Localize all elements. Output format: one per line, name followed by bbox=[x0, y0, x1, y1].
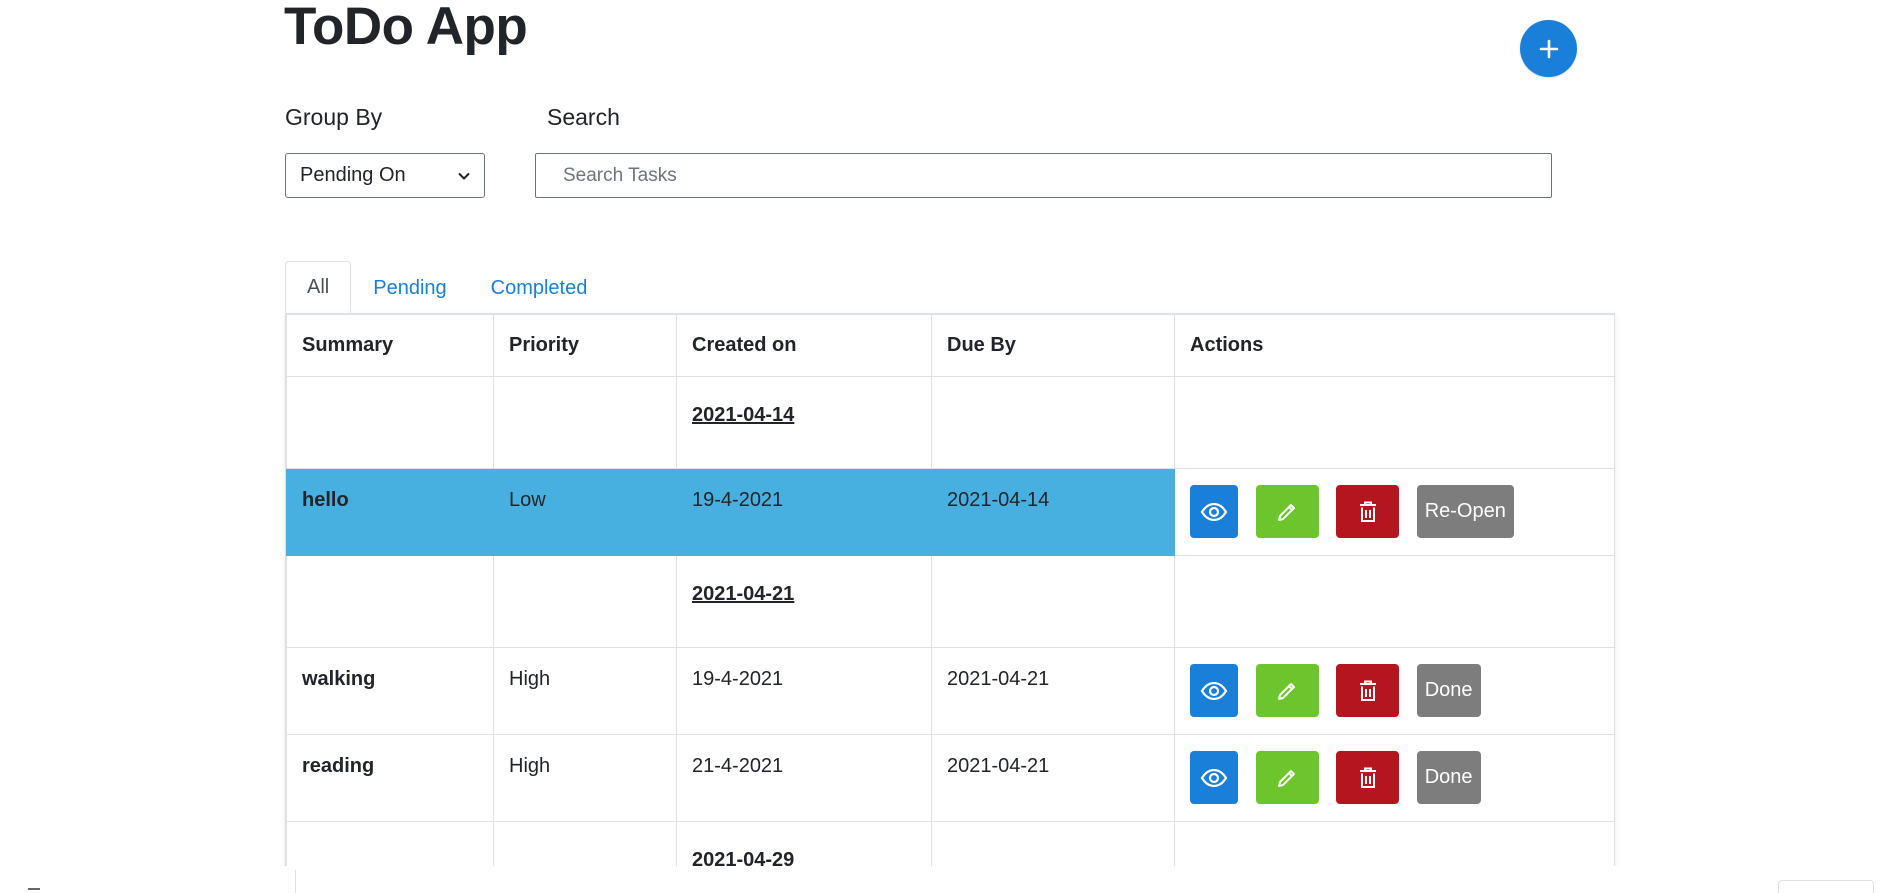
task-priority: High bbox=[493, 734, 677, 822]
delete-task-button[interactable] bbox=[1336, 664, 1400, 717]
tasks-table: Summary Priority Created on Due By Actio… bbox=[286, 314, 1614, 893]
edit-task-button[interactable] bbox=[1255, 664, 1319, 717]
task-row[interactable]: reading High 21-4-2021 2021-04-21 Done bbox=[286, 734, 1614, 822]
pencil-icon bbox=[1278, 769, 1296, 787]
column-header-actions: Actions bbox=[1174, 314, 1614, 377]
column-header-created-on[interactable]: Created on bbox=[676, 314, 932, 377]
trash-icon bbox=[1359, 767, 1376, 788]
app-title: ToDo App bbox=[284, 0, 528, 56]
eye-icon bbox=[1200, 768, 1228, 787]
group-header-row: 2021-04-21 bbox=[286, 555, 1614, 648]
task-actions: Done bbox=[1174, 734, 1614, 822]
group-by-label: Group By bbox=[285, 104, 383, 130]
task-summary: hello bbox=[286, 468, 494, 556]
trash-icon bbox=[1359, 501, 1376, 522]
view-task-button[interactable] bbox=[1190, 751, 1238, 804]
task-actions: Done bbox=[1174, 647, 1614, 735]
reopen-task-button[interactable]: Re-Open bbox=[1416, 485, 1514, 538]
pencil-icon bbox=[1278, 682, 1296, 700]
edit-task-button[interactable] bbox=[1255, 751, 1319, 804]
search-label: Search bbox=[547, 104, 620, 130]
search-input[interactable] bbox=[535, 153, 1552, 198]
chevron-down-icon bbox=[458, 172, 470, 180]
plus-icon bbox=[1539, 39, 1558, 58]
tab-pending[interactable]: Pending bbox=[351, 261, 468, 314]
todo-app-page: ToDo App Group By Search Pending On All … bbox=[0, 0, 1881, 893]
tasks-table-container: Summary Priority Created on Due By Actio… bbox=[285, 313, 1615, 893]
task-summary: reading bbox=[286, 734, 494, 822]
task-created-on: 21-4-2021 bbox=[676, 734, 932, 822]
done-task-button[interactable]: Done bbox=[1416, 751, 1481, 804]
table-header-row: Summary Priority Created on Due By Actio… bbox=[286, 314, 1614, 377]
eye-icon bbox=[1200, 681, 1228, 700]
divider bbox=[28, 888, 40, 890]
task-actions: Re-Open bbox=[1174, 468, 1614, 556]
task-created-on: 19-4-2021 bbox=[676, 647, 932, 735]
divider bbox=[295, 870, 296, 893]
task-priority: Low bbox=[493, 468, 677, 556]
task-row[interactable]: hello Low 19-4-2021 2021-04-14 Re-Open bbox=[286, 468, 1614, 556]
group-date: 2021-04-14 bbox=[692, 404, 795, 426]
group-by-selected-value: Pending On bbox=[300, 164, 406, 186]
done-task-button[interactable]: Done bbox=[1416, 664, 1481, 717]
group-by-select[interactable]: Pending On bbox=[285, 153, 485, 198]
bottom-panel bbox=[0, 866, 1881, 893]
view-task-button[interactable] bbox=[1190, 664, 1238, 717]
task-priority: High bbox=[493, 647, 677, 735]
delete-task-button[interactable] bbox=[1336, 485, 1400, 538]
task-due-by: 2021-04-21 bbox=[931, 734, 1175, 822]
eye-icon bbox=[1200, 502, 1228, 521]
view-task-button[interactable] bbox=[1190, 485, 1238, 538]
task-summary: walking bbox=[286, 647, 494, 735]
task-created-on: 19-4-2021 bbox=[676, 468, 932, 556]
task-row[interactable]: walking High 19-4-2021 2021-04-21 Done bbox=[286, 647, 1614, 735]
status-tabs: All Pending Completed bbox=[285, 261, 609, 314]
edit-task-button[interactable] bbox=[1255, 485, 1319, 538]
trash-icon bbox=[1359, 680, 1376, 701]
group-header-row: 2021-04-14 bbox=[286, 376, 1614, 469]
column-header-summary[interactable]: Summary bbox=[286, 314, 494, 377]
task-due-by: 2021-04-14 bbox=[931, 468, 1175, 556]
group-date: 2021-04-21 bbox=[692, 583, 795, 605]
delete-task-button[interactable] bbox=[1336, 751, 1400, 804]
add-task-button[interactable] bbox=[1520, 20, 1577, 77]
task-due-by: 2021-04-21 bbox=[931, 647, 1175, 735]
tab-completed[interactable]: Completed bbox=[469, 261, 610, 314]
column-header-due-by[interactable]: Due By bbox=[931, 314, 1175, 377]
tab-all[interactable]: All bbox=[285, 261, 352, 314]
column-header-priority[interactable]: Priority bbox=[493, 314, 677, 377]
bottom-panel-tab bbox=[1778, 880, 1874, 893]
pencil-icon bbox=[1278, 503, 1296, 521]
